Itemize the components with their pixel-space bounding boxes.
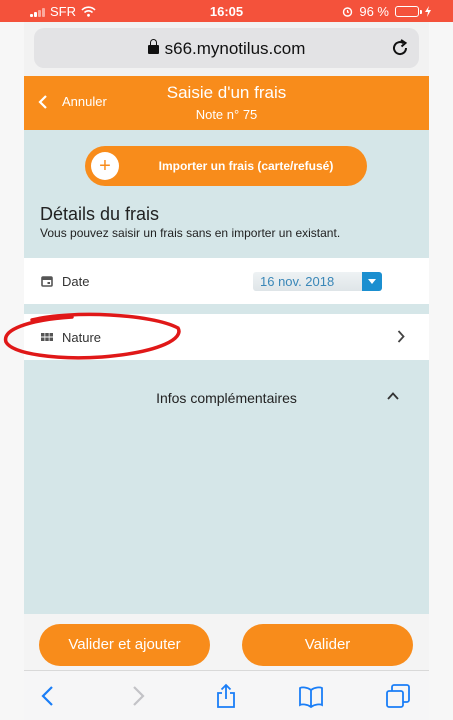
address-bar[interactable]: s66.mynotilus.com [34, 28, 419, 68]
status-right: 96 % [342, 4, 431, 19]
calendar-icon [41, 276, 53, 287]
page-title: Saisie d'un frais [166, 83, 287, 102]
date-picker[interactable]: 16 nov. 2018 [253, 272, 382, 291]
back-icon[interactable] [36, 683, 62, 709]
import-expense-label: Importer un frais (carte/refusé) [158, 159, 334, 173]
charging-icon [425, 6, 431, 17]
section-title: Détails du frais [40, 204, 160, 224]
date-label: Date [62, 274, 90, 289]
forward-icon[interactable] [124, 683, 150, 709]
battery-icon [395, 6, 422, 17]
chevron-down-icon[interactable] [362, 272, 382, 291]
footer-actions: Valider et ajouter Valider [24, 614, 429, 670]
section-subtitle: Vous pouvez saisir un frais sans en impo… [40, 226, 341, 240]
page-header: Annuler Saisie d'un frais Note n° 75 [24, 76, 429, 130]
app-page: Annuler Saisie d'un frais Note n° 75 + I… [24, 76, 429, 670]
url-text: s66.mynotilus.com [164, 39, 306, 58]
tabs-icon[interactable] [385, 683, 411, 709]
validate-and-add-button[interactable]: Valider et ajouter [39, 624, 210, 666]
nature-row[interactable]: Nature [24, 314, 429, 360]
import-expense-button[interactable]: + Importer un frais (carte/refusé) [85, 146, 367, 186]
browser-toolbar [24, 670, 429, 720]
additional-info-label: Infos complémentaires [156, 390, 297, 406]
date-value: 16 nov. 2018 [260, 274, 335, 289]
alarm-icon [343, 7, 353, 17]
date-row: Date 16 nov. 2018 [24, 258, 429, 304]
validate-button[interactable]: Valider [242, 624, 413, 666]
status-bar: SFR 16:05 96 % [0, 0, 453, 22]
bookmarks-icon[interactable] [298, 683, 324, 709]
battery-text: 96 % [359, 4, 389, 19]
grid-icon [41, 333, 53, 341]
reload-icon[interactable] [389, 37, 411, 59]
share-icon[interactable] [213, 683, 239, 709]
additional-info-toggle[interactable]: Infos complémentaires [24, 380, 429, 412]
browser-address-area: s66.mynotilus.com [24, 22, 429, 76]
plus-icon: + [91, 152, 119, 180]
nature-label: Nature [62, 330, 102, 345]
page-subtitle: Note n° 75 [195, 107, 258, 122]
lock-icon [147, 39, 159, 54]
url-display[interactable]: s66.mynotilus.com [34, 39, 419, 59]
chevron-right-icon [397, 330, 405, 343]
chevron-up-icon [387, 392, 399, 400]
